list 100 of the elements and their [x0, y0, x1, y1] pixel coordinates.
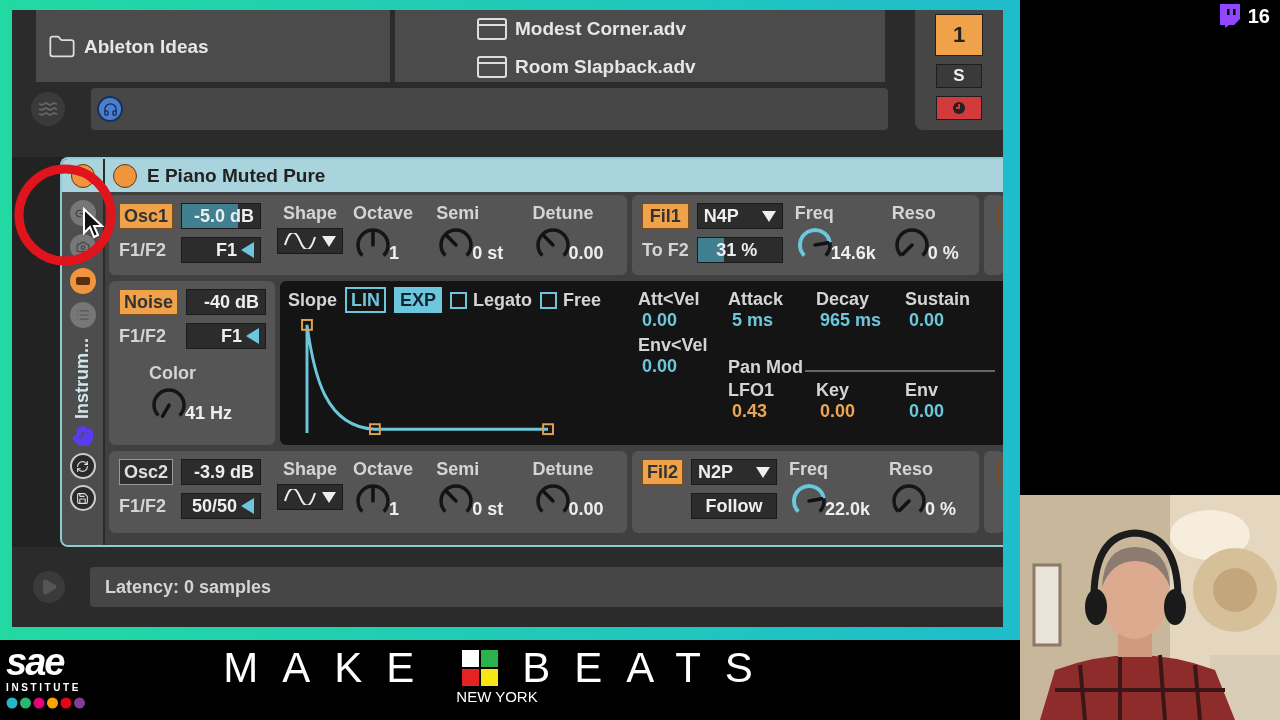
volume-field[interactable]: -5.0 dB	[181, 203, 262, 229]
arrow-icon	[241, 242, 255, 258]
knob-label: Semi	[436, 203, 480, 224]
save-icon[interactable]	[69, 485, 96, 511]
file-item[interactable]: Modest Corner.adv	[515, 18, 687, 40]
device-power-button[interactable]	[113, 163, 137, 188]
caret-icon	[322, 491, 337, 503]
route-label: F1/F2	[119, 495, 167, 517]
filter-type-dropdown[interactable]: N2P	[691, 459, 777, 485]
headphones-icon[interactable]	[97, 96, 123, 122]
volume-field[interactable]: -3.9 dB	[181, 459, 262, 485]
knob-label: Octave	[353, 459, 414, 480]
knob-value: 0.00	[568, 499, 604, 520]
slope-button[interactable]: LIN	[345, 287, 386, 313]
filter-toggle[interactable]: Fil2	[642, 459, 683, 485]
parameter-label: Decay	[816, 289, 871, 310]
minus-icon	[75, 277, 90, 285]
record-arm-button[interactable]	[936, 96, 982, 120]
follow-button[interactable]: Follow	[691, 493, 777, 519]
file-item[interactable]: Room Slapback.adv	[515, 56, 696, 78]
parameter-value[interactable]: 0.00	[638, 310, 728, 331]
parameter-value[interactable]: 0.00	[816, 401, 905, 422]
knob-value: 41 Hz	[185, 403, 233, 424]
breakpoint-handle[interactable]	[301, 318, 313, 331]
parameter-value[interactable]: 0.00	[638, 356, 728, 377]
chat-icon	[1217, 4, 1240, 28]
route-field[interactable]: F1	[181, 237, 262, 263]
brand-word: BEATS	[522, 646, 777, 690]
knob-label: Detune	[532, 203, 594, 224]
parameter-value[interactable]: 965 ms	[816, 310, 905, 331]
knob-label: Reso	[891, 203, 936, 224]
parameter-label: LFO1	[728, 380, 775, 401]
shape-label: Shape	[283, 459, 338, 480]
parameter-label: Env	[905, 380, 939, 401]
oscillator-toggle[interactable]: Osc2	[119, 459, 174, 485]
checkbox[interactable]	[540, 291, 558, 309]
knob-label: Octave	[353, 203, 414, 224]
filter-type-dropdown[interactable]: N4P	[696, 203, 783, 229]
route-label: F1/F2	[119, 325, 167, 347]
refresh-icon[interactable]	[69, 453, 96, 479]
knob-label: Reso	[889, 459, 934, 480]
school-subtitle: INSTITUTE	[6, 682, 83, 693]
latency-text: Latency: 0 samples	[105, 576, 272, 598]
noise-toggle[interactable]: Noise	[119, 289, 179, 315]
knob-value: 0 st	[472, 499, 504, 520]
parameter-label: Att<Vel	[638, 289, 701, 310]
volume-field[interactable]: -40 dB	[186, 289, 267, 315]
knob-value: 22.0k	[825, 499, 871, 520]
parameter-value[interactable]: 0.00	[905, 310, 995, 331]
caret-icon	[761, 210, 776, 222]
pan-mod-title: Pan Mod	[728, 357, 803, 378]
checkbox-label: Free	[563, 289, 602, 311]
viewer-count: 16	[1247, 4, 1270, 28]
slider-label: To F2	[642, 239, 689, 261]
city-label: NEW YORK	[456, 688, 538, 705]
caret-icon	[756, 466, 770, 478]
parameter-label: Key	[816, 380, 851, 401]
arrow-icon	[246, 328, 260, 344]
parameter-value[interactable]: 5 ms	[728, 310, 816, 331]
knob-value: 0 %	[925, 499, 957, 520]
shape-label: Shape	[283, 203, 338, 224]
shape-dropdown[interactable]	[277, 228, 344, 254]
track-number[interactable]: 1	[935, 14, 983, 56]
knob-label: Freq	[789, 459, 829, 480]
knob-label: Freq	[794, 203, 834, 224]
waves-icon[interactable]	[31, 92, 65, 126]
route-field[interactable]: F1	[186, 323, 267, 349]
oscillator-toggle[interactable]: Osc1	[119, 203, 174, 229]
shape-dropdown[interactable]	[277, 484, 344, 510]
knob-label: Detune	[532, 459, 594, 480]
parameter-label: Attack	[728, 289, 785, 310]
sine-wave-icon	[284, 233, 317, 249]
route-field[interactable]: 50/50	[181, 493, 262, 519]
checkbox-label: Legato	[473, 289, 533, 311]
parameter-value[interactable]: 0.43	[728, 401, 816, 422]
parameter-label: Sustain	[905, 289, 971, 310]
rack-label: Instrum...	[72, 338, 93, 419]
knob-value: 1	[389, 243, 400, 264]
checkbox[interactable]	[450, 291, 468, 309]
slope-button[interactable]: EXP	[394, 287, 443, 313]
brand-word: MAKE	[223, 646, 439, 690]
chain-button[interactable]	[69, 268, 96, 294]
arrow-icon	[241, 498, 255, 514]
filter-slider[interactable]: 31 %	[696, 237, 783, 263]
route-label: F1/F2	[119, 239, 167, 261]
filter-toggle[interactable]: Fil1	[642, 203, 689, 229]
file-icon	[477, 56, 507, 78]
knob-label: Color	[149, 363, 196, 384]
school-logo: sae	[6, 642, 65, 682]
knob-value: 0.00	[568, 243, 604, 264]
caret-icon	[322, 235, 337, 247]
breakpoint-handle[interactable]	[542, 423, 554, 436]
breakpoint-handle[interactable]	[369, 423, 381, 436]
folder-item[interactable]: Ableton Ideas	[84, 36, 209, 58]
knob-value: 0 %	[927, 243, 959, 264]
solo-button[interactable]: S	[936, 64, 982, 88]
device-title: E Piano Muted Pure	[147, 164, 326, 187]
knob-value: 14.6k	[830, 243, 876, 264]
parameter-value[interactable]: 0.00	[905, 401, 995, 422]
knob-value: 0 st	[472, 243, 504, 264]
